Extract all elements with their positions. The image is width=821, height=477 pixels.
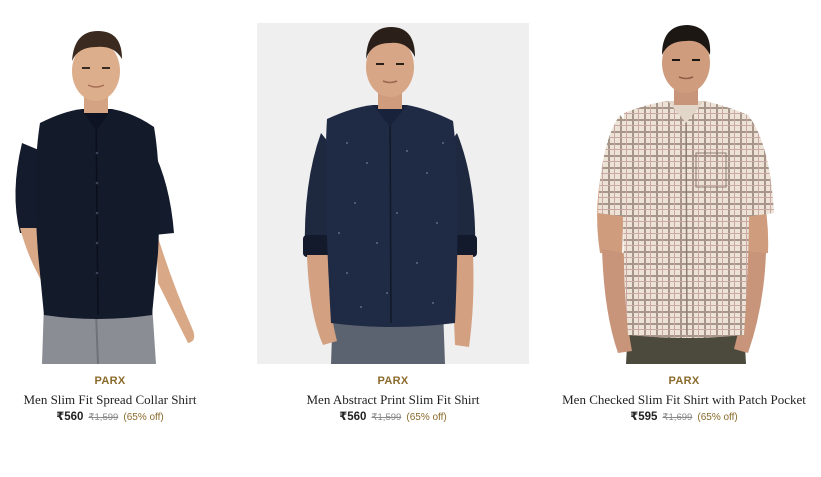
product-grid: PARX Men Slim Fit Spread Collar Shirt ₹5… xyxy=(0,0,821,477)
product-title[interactable]: Men Checked Slim Fit Shirt with Patch Po… xyxy=(548,392,820,408)
product-price: ₹560 xyxy=(339,411,367,423)
price-line: ₹595 ₹1,699 (65% off) xyxy=(548,409,820,423)
product-mrp: ₹1,599 xyxy=(88,412,119,423)
product-brand: PARX xyxy=(377,375,409,387)
product-title[interactable]: Men Abstract Print Slim Fit Shirt xyxy=(257,392,529,408)
man-in-navy-print-shirt-image xyxy=(257,23,529,364)
product-brand: PARX xyxy=(94,375,126,387)
product-image[interactable] xyxy=(548,23,820,364)
product-discount: (65% off) xyxy=(406,412,447,423)
product-mrp: ₹1,699 xyxy=(662,412,693,423)
product-discount: (65% off) xyxy=(697,412,738,423)
product-card[interactable]: PARX Men Abstract Print Slim Fit Shirt ₹… xyxy=(257,0,529,440)
product-brand: PARX xyxy=(668,375,700,387)
product-discount: (65% off) xyxy=(123,412,164,423)
product-image[interactable] xyxy=(0,23,246,364)
product-title[interactable]: Men Slim Fit Spread Collar Shirt xyxy=(0,392,246,408)
product-price: ₹595 xyxy=(630,411,658,423)
price-line: ₹560 ₹1,599 (65% off) xyxy=(257,409,529,423)
man-in-dark-navy-shirt-image xyxy=(15,31,195,364)
product-card[interactable]: PARX Men Slim Fit Spread Collar Shirt ₹5… xyxy=(0,0,246,440)
price-line: ₹560 ₹1,599 (65% off) xyxy=(0,409,246,423)
product-mrp: ₹1,599 xyxy=(371,412,402,423)
product-image[interactable] xyxy=(257,23,529,364)
product-card[interactable]: PARX Men Checked Slim Fit Shirt with Pat… xyxy=(548,0,820,440)
product-price: ₹560 xyxy=(56,411,84,423)
man-in-checked-shirt-image xyxy=(597,25,774,364)
